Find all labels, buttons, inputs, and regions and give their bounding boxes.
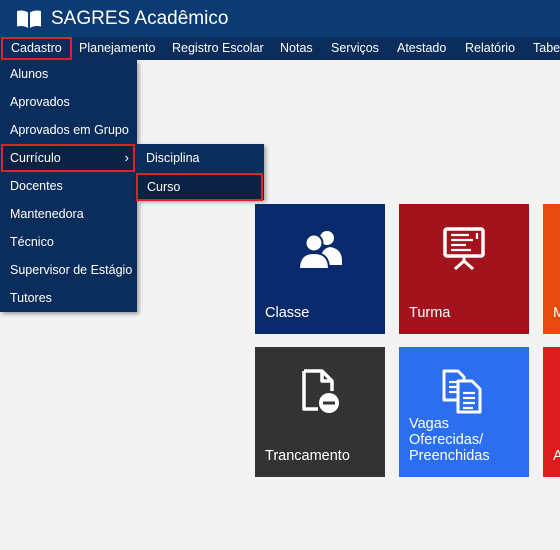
open-book-icon (17, 10, 41, 28)
tile-label: A (553, 448, 560, 464)
dropdown-item-docentes[interactable]: Docentes (0, 172, 137, 200)
submenu-item-disciplina[interactable]: Disciplina (136, 144, 264, 172)
presentation-board-icon (443, 227, 485, 271)
tile-label: Trancamento (265, 448, 350, 464)
app-header: SAGRES Acadêmico (0, 0, 560, 37)
dropdown-item-supervisor-de-estagio[interactable]: Supervisor de Estágio (0, 256, 137, 284)
dropdown-item-aprovados[interactable]: Aprovados (0, 88, 137, 116)
tile-vagas[interactable]: Vagas Oferecidas/ Preenchidas (399, 347, 529, 477)
dropdown-item-tecnico[interactable]: Técnico (0, 228, 137, 256)
main-menu-bar: Cadastro Planejamento Registro Escolar N… (0, 37, 560, 60)
dropdown-item-label: Currículo (10, 151, 61, 165)
menu-atestado[interactable]: Atestado (397, 37, 446, 60)
tile-partial-bottom[interactable]: A (543, 347, 560, 477)
menu-cadastro[interactable]: Cadastro (1, 37, 72, 60)
tile-turma[interactable]: Turma (399, 204, 529, 334)
submenu-item-curso[interactable]: Curso (136, 173, 263, 201)
tile-partial-top[interactable]: M (543, 204, 560, 334)
dropdown-item-mantenedora[interactable]: Mantenedora (0, 200, 137, 228)
dropdown-item-tutores[interactable]: Tutores (0, 284, 137, 312)
dropdown-item-curriculo[interactable]: Currículo › (1, 144, 135, 172)
curriculo-submenu: Disciplina Curso (136, 144, 264, 201)
users-icon (297, 231, 342, 270)
file-minus-icon (302, 369, 339, 413)
menu-registro-escolar[interactable]: Registro Escolar (172, 37, 264, 60)
cadastro-dropdown: Alunos Aprovados Aprovados em Grupo Curr… (0, 60, 137, 312)
tile-label: Classe (265, 305, 310, 321)
menu-servicos[interactable]: Serviços (331, 37, 379, 60)
copy-files-icon (442, 369, 482, 414)
menu-tabelas[interactable]: Tabe (533, 37, 560, 60)
dropdown-item-aprovados-em-grupo[interactable]: Aprovados em Grupo (0, 116, 137, 144)
menu-relatorio[interactable]: Relatório (465, 37, 515, 60)
dropdown-item-alunos[interactable]: Alunos (0, 60, 137, 88)
tile-trancamento[interactable]: Trancamento (255, 347, 385, 477)
tile-label: Turma (409, 305, 451, 321)
tile-label: M (553, 305, 560, 321)
app-title: SAGRES Acadêmico (51, 8, 229, 29)
chevron-right-icon: › (124, 150, 129, 165)
tile-classe[interactable]: Classe (255, 204, 385, 334)
tile-label: Vagas Oferecidas/ Preenchidas (409, 416, 490, 464)
menu-planejamento[interactable]: Planejamento (79, 37, 155, 60)
menu-notas[interactable]: Notas (280, 37, 313, 60)
